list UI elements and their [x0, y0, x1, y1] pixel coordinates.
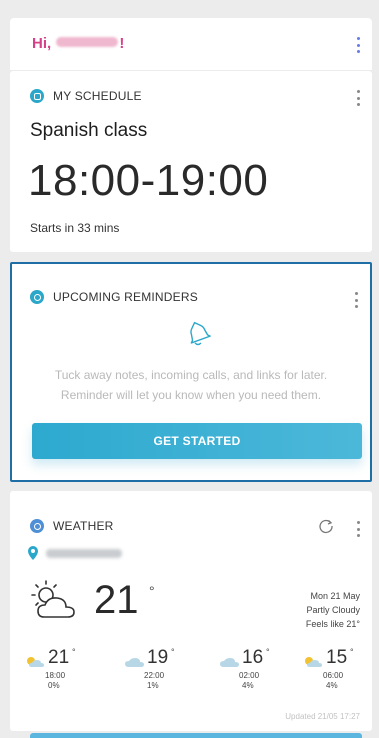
get-started-button[interactable]: GET STARTED: [32, 423, 362, 459]
next-card-edge: [30, 733, 362, 738]
forecast-rain: 4%: [242, 681, 254, 690]
forecast-degree: °: [72, 647, 76, 657]
location-pin-icon: [28, 546, 38, 560]
forecast-time: 02:00: [239, 671, 260, 680]
sun-cloud-icon: [27, 657, 44, 667]
reminder-icon: [30, 290, 44, 304]
current-temperature-degree: °: [149, 583, 155, 599]
forecast-time: 06:00: [323, 671, 344, 680]
forecast-time: 18:00: [45, 671, 66, 680]
greeting-suffix: !: [119, 35, 125, 52]
weather-header-label: WEATHER: [53, 519, 114, 533]
reminders-description: Tuck away notes, incoming calls, and lin…: [26, 365, 356, 405]
forecast-degree: °: [350, 647, 354, 657]
schedule-starts-in: Starts in 33 mins: [30, 221, 120, 235]
reminders-header: UPCOMING REMINDERS: [30, 290, 198, 304]
schedule-event-time: 18:00-19:00: [28, 156, 269, 205]
weather-feels-like: Feels like 21°: [305, 619, 360, 629]
forecast-rain: 4%: [326, 681, 338, 690]
weather-updated-time: Updated 21/05 17:27: [285, 712, 360, 721]
reminders-card[interactable]: UPCOMING REMINDERS Tuck away notes, inco…: [10, 262, 372, 482]
weather-location[interactable]: [28, 546, 122, 560]
schedule-card[interactable]: MY SCHEDULE Spanish class 18:00-19:00 St…: [10, 71, 372, 252]
forecast-degree: °: [266, 647, 270, 657]
schedule-more-options-icon[interactable]: [356, 90, 360, 106]
forecast-temp: 16: [242, 647, 264, 668]
weather-summary: Mon 21 May Partly Cloudy Feels like 21°: [306, 589, 360, 631]
reminders-more-options-icon[interactable]: [354, 292, 358, 308]
reminders-header-label: UPCOMING REMINDERS: [53, 290, 198, 304]
forecast-degree: °: [171, 647, 175, 657]
greeting-text: Hi, !: [32, 35, 124, 52]
greeting-card: Hi, !: [10, 18, 372, 70]
current-temperature: 21: [94, 578, 139, 622]
weather-more-options-icon[interactable]: [356, 521, 360, 537]
forecast-temp: 19: [147, 647, 169, 668]
location-name-blurred: [46, 548, 122, 558]
weather-condition: Partly Cloudy: [306, 605, 360, 615]
partly-cloudy-icon: [31, 580, 75, 618]
calendar-icon: [30, 89, 44, 103]
cloud-icon: [125, 658, 144, 667]
sun-cloud-icon: [305, 657, 322, 667]
forecast-temp: 15: [326, 647, 348, 668]
greeting-name-blurred: [56, 37, 119, 47]
forecast-rain: 1%: [147, 681, 159, 690]
weather-app-icon: [30, 519, 44, 533]
refresh-icon[interactable]: [318, 518, 334, 534]
weather-card[interactable]: WEATHER 21 ° Mon 21 May Partly Cloudy Fe…: [10, 491, 372, 731]
greeting-prefix: Hi,: [32, 35, 52, 52]
schedule-header-label: MY SCHEDULE: [53, 89, 142, 103]
forecast-time: 22:00: [144, 671, 165, 680]
weather-header: WEATHER: [30, 519, 114, 533]
weather-date: Mon 21 May: [310, 591, 360, 601]
cloud-icon: [220, 658, 239, 667]
schedule-event-title: Spanish class: [30, 120, 148, 141]
greeting-more-options-icon[interactable]: [356, 37, 360, 53]
reminders-description-line-2: Reminder will let you know when you need…: [60, 388, 322, 402]
bell-icon: [190, 321, 211, 346]
forecast-temp: 21: [48, 647, 70, 668]
forecast-rain: 0%: [48, 681, 60, 690]
schedule-header: MY SCHEDULE: [30, 89, 142, 103]
reminders-description-line-1: Tuck away notes, incoming calls, and lin…: [54, 368, 328, 382]
